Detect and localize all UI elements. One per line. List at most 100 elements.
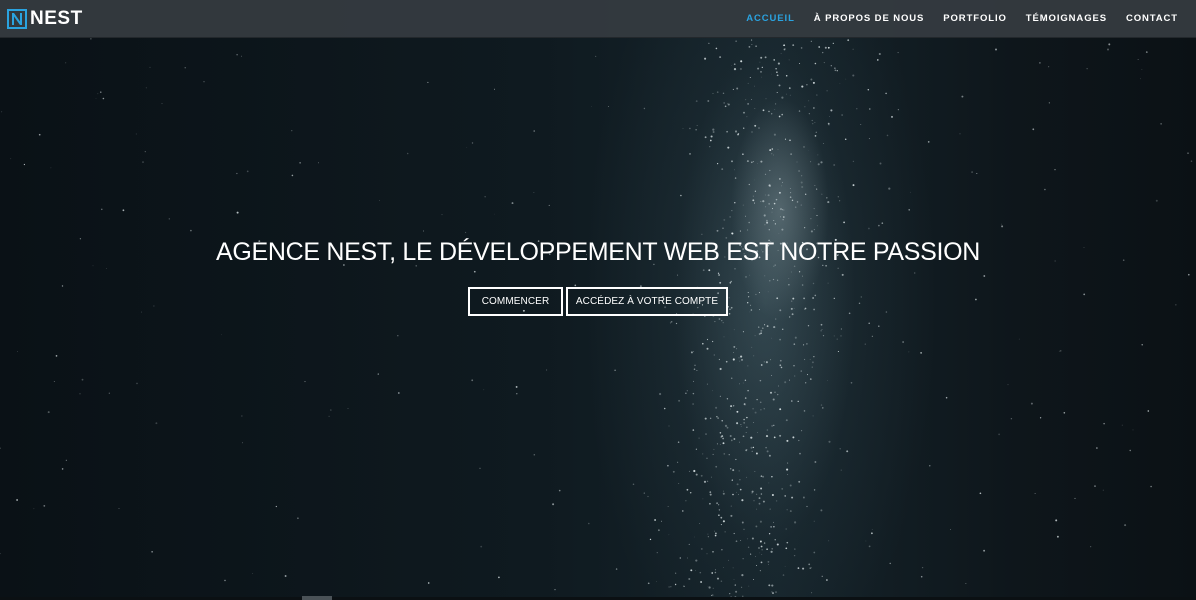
- star: [778, 84, 781, 87]
- star: [797, 400, 799, 403]
- star: [765, 98, 767, 100]
- star: [885, 92, 887, 95]
- star: [824, 46, 827, 49]
- star: [792, 44, 795, 46]
- star: [762, 200, 765, 203]
- star: [515, 385, 518, 388]
- star: [791, 199, 794, 202]
- star: [995, 48, 997, 51]
- star: [715, 47, 718, 50]
- star: [709, 146, 711, 148]
- star: [758, 326, 760, 328]
- star: [808, 150, 810, 151]
- star: [722, 92, 725, 95]
- star: [836, 338, 838, 340]
- star: [847, 39, 850, 42]
- brand-logo[interactable]: NEST: [7, 8, 83, 30]
- star: [812, 415, 814, 417]
- star: [1090, 546, 1092, 548]
- star: [768, 454, 771, 457]
- star: [760, 160, 763, 163]
- star: [785, 547, 788, 550]
- star: [760, 487, 763, 490]
- star: [781, 228, 784, 231]
- star: [754, 411, 757, 414]
- star: [785, 75, 788, 77]
- star: [775, 318, 777, 320]
- star: [731, 160, 733, 163]
- star: [1010, 418, 1013, 420]
- star: [732, 493, 734, 496]
- star: [494, 213, 495, 215]
- star: [695, 559, 698, 562]
- star: [746, 416, 748, 419]
- star: [747, 365, 749, 367]
- star: [710, 135, 713, 138]
- star: [827, 201, 830, 204]
- star: [748, 183, 750, 186]
- horizontal-scrollbar-thumb[interactable]: [302, 596, 332, 600]
- star: [789, 187, 791, 190]
- star: [690, 351, 693, 354]
- star: [471, 142, 474, 144]
- star: [781, 96, 784, 99]
- star: [784, 381, 787, 384]
- star: [878, 52, 881, 56]
- star: [839, 200, 841, 202]
- star: [773, 133, 776, 136]
- star: [827, 46, 830, 49]
- star: [1129, 449, 1131, 452]
- star: [702, 342, 704, 345]
- star: [797, 567, 800, 569]
- star: [843, 221, 845, 224]
- nav-item-accueil[interactable]: ACCUEIL: [746, 13, 795, 24]
- star: [785, 528, 787, 530]
- star: [752, 407, 754, 410]
- star: [427, 81, 429, 83]
- star: [752, 446, 755, 449]
- star: [702, 498, 704, 500]
- star: [1058, 350, 1060, 352]
- star: [1054, 169, 1056, 171]
- star: [756, 565, 758, 566]
- star: [742, 153, 744, 155]
- star: [423, 230, 425, 232]
- star: [714, 532, 717, 535]
- star: [814, 461, 817, 463]
- star: [1030, 402, 1033, 405]
- start-button[interactable]: COMMENCER: [468, 287, 563, 316]
- star: [714, 321, 716, 323]
- star: [0, 447, 1, 449]
- star: [773, 526, 775, 528]
- star: [1007, 384, 1009, 386]
- star: [692, 392, 695, 395]
- star: [787, 474, 789, 475]
- star: [754, 471, 756, 473]
- star: [806, 83, 808, 86]
- star: [740, 60, 743, 63]
- star: [717, 163, 719, 165]
- star: [837, 196, 839, 198]
- star: [867, 89, 870, 91]
- star: [779, 408, 782, 411]
- star: [615, 568, 618, 570]
- star: [759, 520, 762, 523]
- star: [688, 543, 690, 545]
- star: [783, 48, 786, 51]
- star: [667, 506, 669, 508]
- nav-item-temoignages[interactable]: TÉMOIGNAGES: [1026, 13, 1107, 24]
- star: [750, 99, 752, 100]
- star: [790, 192, 792, 194]
- star: [668, 586, 670, 588]
- star: [1094, 485, 1096, 487]
- nav-item-a-propos[interactable]: À PROPOS DE NOUS: [814, 13, 924, 24]
- star: [498, 576, 500, 579]
- nav-item-portfolio[interactable]: PORTFOLIO: [943, 13, 1007, 24]
- star: [821, 575, 823, 577]
- star: [764, 173, 767, 175]
- star: [805, 193, 807, 195]
- account-access-button[interactable]: ACCÉDEZ À VOTRE COMPTE: [566, 287, 728, 316]
- star: [762, 500, 765, 503]
- nav-item-contact[interactable]: CONTACT: [1126, 13, 1178, 24]
- star: [814, 135, 817, 137]
